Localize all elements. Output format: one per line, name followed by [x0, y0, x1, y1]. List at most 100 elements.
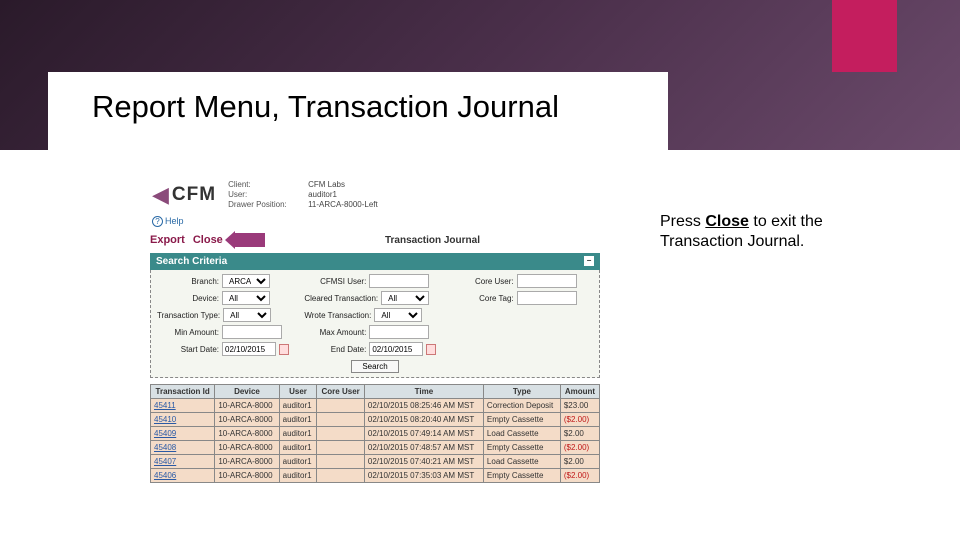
core-user-cell [317, 469, 365, 483]
client-value: CFM Labs [308, 180, 345, 189]
txn-id-link[interactable]: 45411 [151, 399, 215, 413]
txn-id-link[interactable]: 45410 [151, 413, 215, 427]
calendar-icon[interactable] [279, 344, 289, 355]
table-row: 4541010-ARCA-8000auditor102/10/2015 08:2… [151, 413, 600, 427]
collapse-icon[interactable]: − [584, 256, 594, 266]
slide-header: Report Menu, Transaction Journal [0, 0, 960, 150]
table-header[interactable]: Transaction Id [151, 385, 215, 399]
type-cell: Empty Cassette [483, 469, 560, 483]
client-label: Client: [228, 180, 308, 189]
callout-arrow-icon [235, 233, 265, 247]
core-user-cell [317, 455, 365, 469]
instruction-text: Press Close to exit the Transaction Jour… [660, 212, 870, 252]
type-cell: Load Cassette [483, 427, 560, 441]
slide-title: Report Menu, Transaction Journal [92, 85, 632, 129]
instruction-close-word: Close [705, 213, 749, 230]
amount-cell: ($2.00) [560, 441, 599, 455]
table-row: 4540810-ARCA-8000auditor102/10/2015 07:4… [151, 441, 600, 455]
user-cell: auditor1 [279, 441, 317, 455]
table-header[interactable]: Device [215, 385, 279, 399]
min-amount-label: Min Amount: [157, 328, 219, 337]
amount-cell: ($2.00) [560, 413, 599, 427]
table-row: 4540910-ARCA-8000auditor1 02/10/2015 07:4… [151, 427, 600, 441]
search-criteria-panel: Branch:ARCA CFMSI User: Core User: Devic… [150, 270, 600, 378]
time-cell: 02/10/2015 07:35:03 AM MST [364, 469, 483, 483]
instruction-prefix: Press [660, 213, 705, 230]
device-select[interactable]: All [222, 291, 270, 305]
help-label: Help [165, 216, 184, 226]
app-screenshot: ◀ CFM Client:CFM Labs User:auditor1 Draw… [150, 180, 600, 483]
action-bar: Export Close Transaction Journal [150, 233, 600, 247]
cfmsi-user-label: CFMSI User: [304, 277, 366, 286]
close-link[interactable]: Close [193, 234, 223, 246]
search-criteria-header[interactable]: Search Criteria − [150, 253, 600, 270]
table-row: 4540710-ARCA-8000auditor102/10/2015 07:4… [151, 455, 600, 469]
table-row: 4541110-ARCA-8000auditor102/10/2015 08:2… [151, 399, 600, 413]
amount-cell: ($2.00) [560, 469, 599, 483]
logo: ◀ CFM [150, 180, 218, 208]
core-user-cell [317, 399, 365, 413]
txn-id-link[interactable]: 45407 [151, 455, 215, 469]
help-link[interactable]: ?Help [152, 216, 600, 227]
core-user-input[interactable] [517, 274, 577, 288]
core-tag-input[interactable] [517, 291, 577, 305]
amount-cell: $2.00 [560, 427, 599, 441]
user-label: User: [228, 190, 308, 199]
core-user-cell [317, 413, 365, 427]
type-cell: Empty Cassette [483, 413, 560, 427]
txn-id-link[interactable]: 45409 [151, 427, 215, 441]
cleared-select[interactable]: All [381, 291, 429, 305]
start-date-label: Start Date: [157, 345, 219, 354]
app-header: ◀ CFM Client:CFM Labs User:auditor1 Draw… [150, 180, 600, 210]
drawer-label: Drawer Position: [228, 200, 308, 209]
time-cell: 02/10/2015 08:25:46 AM MST [364, 399, 483, 413]
user-cell: auditor1 [279, 413, 317, 427]
drawer-value: 11-ARCA-8000-Left [308, 200, 378, 209]
export-link[interactable]: Export [150, 234, 185, 246]
device-label: Device: [157, 294, 219, 303]
table-header[interactable]: User [279, 385, 317, 399]
wrote-select[interactable]: All [374, 308, 422, 322]
txn-id-link[interactable]: 45408 [151, 441, 215, 455]
search-button[interactable]: Search [351, 360, 398, 373]
device-cell: 10-ARCA-8000 [215, 427, 279, 441]
page-title: Transaction Journal [385, 235, 480, 246]
time-cell: 02/10/2015 07:49:14 AM MST [364, 427, 483, 441]
txn-id-link[interactable]: 45406 [151, 469, 215, 483]
user-cell: auditor1 [279, 469, 317, 483]
table-header[interactable]: Time [364, 385, 483, 399]
wrote-label: Wrote Transaction: [304, 311, 371, 320]
user-cell: auditor1 [279, 427, 317, 441]
core-tag-label: Core Tag: [452, 294, 514, 303]
search-criteria-label: Search Criteria [156, 256, 227, 267]
max-amount-label: Max Amount: [304, 328, 366, 337]
txn-type-select[interactable]: All [223, 308, 271, 322]
end-date-input[interactable] [369, 342, 423, 356]
table-header[interactable]: Type [483, 385, 560, 399]
calendar-icon[interactable] [426, 344, 436, 355]
table-header[interactable]: Amount [560, 385, 599, 399]
transaction-table: Transaction IdDeviceUserCore UserTimeTyp… [150, 384, 600, 483]
branch-select[interactable]: ARCA [222, 274, 270, 288]
time-cell: 02/10/2015 07:40:21 AM MST [364, 455, 483, 469]
min-amount-input[interactable] [222, 325, 282, 339]
core-user-label: Core User: [452, 277, 514, 286]
session-meta: Client:CFM Labs User:auditor1 Drawer Pos… [228, 180, 378, 210]
table-row: 4540610-ARCA-8000auditor102/10/2015 07:3… [151, 469, 600, 483]
type-cell: Load Cassette [483, 455, 560, 469]
logo-arrow-icon: ◀ [152, 184, 169, 206]
txn-type-label: Transaction Type: [157, 311, 220, 320]
amount-cell: $2.00 [560, 455, 599, 469]
core-user-cell [317, 441, 365, 455]
max-amount-input[interactable] [369, 325, 429, 339]
accent-tab [832, 0, 897, 72]
table-header[interactable]: Core User [317, 385, 365, 399]
branch-label: Branch: [157, 277, 219, 286]
user-cell: auditor1 [279, 455, 317, 469]
cleared-label: Cleared Transaction: [304, 294, 378, 303]
device-cell: 10-ARCA-8000 [215, 413, 279, 427]
type-cell: Empty Cassette [483, 441, 560, 455]
start-date-input[interactable] [222, 342, 276, 356]
core-user-cell [317, 427, 365, 441]
cfmsi-user-input[interactable] [369, 274, 429, 288]
